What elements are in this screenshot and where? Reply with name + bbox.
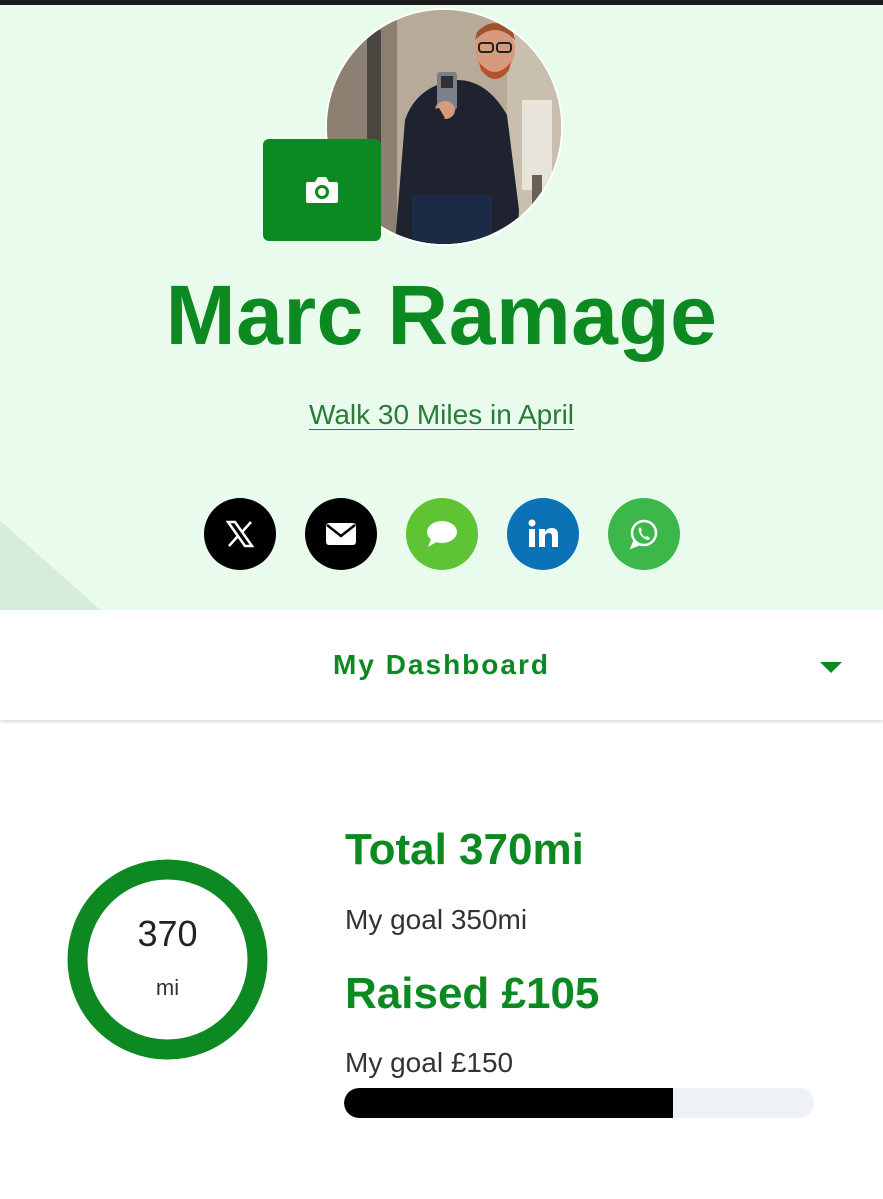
- amount-raised: Raised £105: [345, 969, 600, 1018]
- chat-bubble-icon: [427, 521, 457, 547]
- fundraising-goal: My goal £150: [345, 1047, 514, 1078]
- share-linkedin-button[interactable]: [507, 498, 579, 570]
- share-email-button[interactable]: [305, 498, 377, 570]
- event-link[interactable]: Walk 30 Miles in April: [309, 399, 574, 430]
- linkedin-icon: [528, 519, 558, 547]
- share-buttons: [204, 498, 680, 570]
- change-photo-button[interactable]: [263, 139, 381, 241]
- ring-progress-arc: [67, 859, 268, 1060]
- share-sms-button[interactable]: [406, 498, 478, 570]
- camera-icon: [306, 177, 338, 203]
- fundraising-progress-fill: [344, 1088, 673, 1118]
- share-whatsapp-button[interactable]: [608, 498, 680, 570]
- caret-down-icon[interactable]: [820, 662, 842, 673]
- x-logo-icon: [225, 520, 255, 548]
- fundraising-progress-bar: [344, 1088, 814, 1118]
- distance-goal: My goal 350mi: [345, 904, 528, 935]
- dashboard-toggle[interactable]: My Dashboard: [0, 610, 883, 720]
- total-distance: Total 370mi: [345, 825, 584, 874]
- ring-unit: mi: [155, 975, 180, 1000]
- ring-value: 370: [137, 913, 198, 954]
- distance-progress-ring: [67, 859, 268, 1060]
- decorative-shape: [0, 485, 106, 610]
- profile-name: Marc Ramage: [165, 268, 718, 362]
- event-link-wrapper: Walk 30 Miles in April: [0, 395, 883, 435]
- share-x-button[interactable]: [204, 498, 276, 570]
- dashboard-title: My Dashboard: [333, 649, 550, 680]
- envelope-icon: [326, 523, 356, 545]
- profile-hero: Marc Ramage Walk 30 Miles in April: [0, 5, 883, 610]
- whatsapp-icon: [629, 519, 658, 550]
